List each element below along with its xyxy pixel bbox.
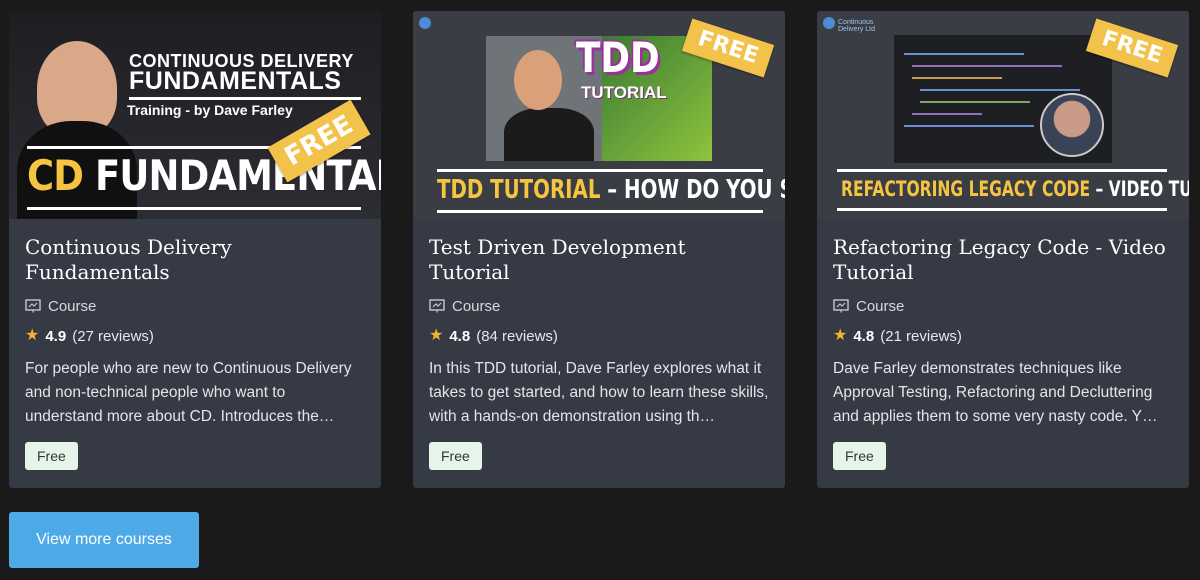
thumbnail-caption-highlight: TDD TUTORIAL — [437, 175, 601, 205]
course-title[interactable]: Continuous Delivery Fundamentals — [25, 235, 365, 285]
rating-value: 4.9 — [45, 327, 67, 345]
course-type-label: Course — [856, 297, 905, 315]
course-thumbnail[interactable]: TDD TUTORIAL FREE TDD TUTORIAL – HOW DO … — [413, 11, 785, 219]
course-description: In this TDD tutorial, Dave Farley explor… — [429, 357, 769, 429]
course-card[interactable]: Continuous Delivery Ltd FREE REFACTORING… — [817, 11, 1189, 488]
presenter-photo — [1040, 93, 1104, 157]
code-line — [920, 89, 1080, 91]
presenter-photo — [514, 50, 562, 110]
course-thumbnail[interactable]: Continuous Delivery Ltd FREE REFACTORING… — [817, 11, 1189, 219]
code-line — [904, 53, 1024, 55]
course-title[interactable]: Test Driven Development Tutorial — [429, 235, 769, 285]
divider — [437, 169, 763, 172]
course-description: Dave Farley demonstrates techniques like… — [833, 357, 1173, 429]
divider — [837, 169, 1167, 172]
course-description: For people who are new to Continuous Del… — [25, 357, 365, 429]
thumbnail-caption: REFACTORING LEGACY CODE – VIDEO TUTORIAL — [841, 177, 1189, 201]
code-line — [904, 125, 1034, 127]
logo-icon — [823, 17, 835, 29]
course-rating: ★ 4.8 (84 reviews) — [429, 327, 769, 345]
course-description-text: In this TDD tutorial, Dave Farley explor… — [429, 360, 769, 425]
course-title[interactable]: Refactoring Legacy Code - Video Tutorial — [833, 235, 1173, 285]
course-card[interactable]: TDD TUTORIAL FREE TDD TUTORIAL – HOW DO … — [413, 11, 785, 488]
course-type: Course — [25, 297, 365, 315]
divider — [129, 97, 361, 100]
course-list-page: CONTINUOUS DELIVERY FUNDAMENTALS Trainin… — [0, 0, 1200, 580]
course-cards: CONTINUOUS DELIVERY FUNDAMENTALS Trainin… — [9, 11, 1189, 488]
course-thumbnail[interactable]: CONTINUOUS DELIVERY FUNDAMENTALS Trainin… — [9, 11, 381, 219]
code-line — [912, 113, 982, 115]
star-icon: ★ — [25, 327, 40, 344]
rating-value: 4.8 — [449, 327, 471, 345]
course-type: Course — [429, 297, 769, 315]
code-line — [920, 101, 1030, 103]
divider — [837, 208, 1167, 211]
card-body: Continuous Delivery Fundamentals Course … — [9, 219, 381, 429]
thumbnail-tdd-title: TDD — [576, 33, 660, 82]
thumbnail-caption-rest: – VIDEO TUTORIAL — [1095, 177, 1189, 201]
logo-text: Continuous Delivery Ltd — [838, 19, 875, 33]
thumbnail-subtitle: Training - by Dave Farley — [127, 102, 293, 118]
course-type-label: Course — [48, 297, 97, 315]
card-body: Test Driven Development Tutorial Course … — [413, 219, 785, 429]
course-type-label: Course — [452, 297, 501, 315]
code-line — [912, 65, 1062, 67]
star-icon: ★ — [429, 327, 444, 344]
thumbnail-caption: TDD TUTORIAL – HOW DO YOU START — [437, 175, 785, 205]
presentation-icon — [25, 299, 41, 313]
logo-icon — [419, 17, 431, 29]
thumbnail-big-title-cd: CD — [27, 151, 84, 200]
star-icon: ★ — [833, 327, 848, 344]
card-body: Refactoring Legacy Code - Video Tutorial… — [817, 219, 1189, 429]
presentation-icon — [833, 299, 849, 313]
divider — [27, 207, 361, 210]
review-count: (21 reviews) — [880, 327, 962, 345]
review-count: (27 reviews) — [72, 327, 154, 345]
price-badge: Free — [25, 442, 78, 470]
course-rating: ★ 4.9 (27 reviews) — [25, 327, 365, 345]
price-badge: Free — [833, 442, 886, 470]
price-badge: Free — [429, 442, 482, 470]
divider — [437, 210, 763, 213]
thumbnail-caption-rest: – HOW DO YOU START — [607, 175, 785, 205]
thumbnail-tutorial-label: TUTORIAL — [581, 83, 667, 102]
presenter-shirt — [504, 108, 594, 161]
view-more-courses-button[interactable]: View more courses — [9, 512, 199, 568]
rating-value: 4.8 — [853, 327, 875, 345]
presentation-icon — [429, 299, 445, 313]
course-description-text: Dave Farley demonstrates techniques like… — [833, 360, 1158, 425]
review-count: (84 reviews) — [476, 327, 558, 345]
thumbnail-caption-highlight: REFACTORING LEGACY CODE — [841, 177, 1091, 201]
thumbnail-headline: FUNDAMENTALS — [129, 67, 342, 95]
code-line — [912, 77, 1002, 79]
course-card[interactable]: CONTINUOUS DELIVERY FUNDAMENTALS Trainin… — [9, 11, 381, 488]
course-rating: ★ 4.8 (21 reviews) — [833, 327, 1173, 345]
course-type: Course — [833, 297, 1173, 315]
thumbnail-big-title-rest: FUNDAMENTALS — [95, 151, 381, 200]
course-description-text: For people who are new to Continuous Del… — [25, 360, 352, 425]
